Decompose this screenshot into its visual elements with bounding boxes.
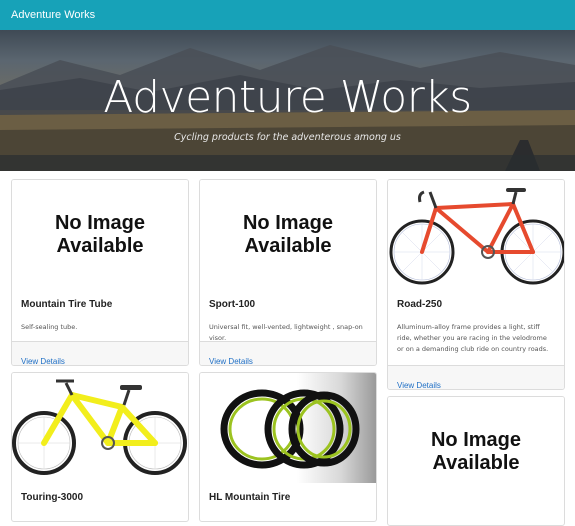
product-description: Self-sealing tube. — [21, 323, 78, 331]
view-details-link[interactable]: View Details — [21, 357, 65, 365]
view-details-link[interactable]: View Details — [209, 357, 253, 365]
product-image — [388, 180, 564, 290]
yellow-touring-bike-image — [12, 379, 187, 475]
product-name: Sport-100 — [209, 299, 256, 310]
product-card: HL Mountain Tire — [199, 372, 377, 522]
product-image — [200, 373, 376, 483]
view-details-link[interactable]: View Details — [397, 381, 441, 389]
product-description: Alluminum-alloy frame provides a light, … — [397, 323, 549, 353]
product-card: No Image Available Sport-100 Universal fi… — [199, 179, 377, 366]
card-footer: View Details — [200, 341, 376, 365]
product-image-placeholder: No Image Available — [12, 180, 188, 290]
product-name: Road-250 — [397, 299, 443, 310]
product-card: No Image Available Mountain Tire Tube Sel… — [11, 179, 189, 366]
brand-link[interactable]: Adventure Works — [11, 9, 95, 21]
card-footer: View Details — [388, 365, 564, 389]
product-image-placeholder: No Image Available — [200, 180, 376, 290]
no-image-text: No Image — [54, 212, 146, 234]
card-footer: View Details — [12, 341, 188, 365]
no-image-text: No Image — [242, 212, 334, 234]
no-image-text: Available — [56, 235, 144, 257]
product-name: Mountain Tire Tube — [21, 299, 113, 310]
red-road-bike-image — [389, 188, 564, 285]
hero-tagline: Cycling products for the adventerous amo… — [174, 132, 401, 143]
no-image-text: Available — [244, 235, 332, 257]
product-image-placeholder: No Image Available — [388, 397, 564, 507]
no-image-text: No Image — [430, 429, 522, 451]
product-name: HL Mountain Tire — [209, 492, 291, 503]
hero-banner: Adventure Works Cycling products for the… — [0, 30, 575, 171]
product-card: Touring-3000 — [11, 372, 189, 522]
product-name: Touring-3000 — [21, 492, 84, 503]
tires-image — [220, 389, 360, 469]
top-navbar: Adventure Works — [0, 0, 575, 30]
no-image-text: Available — [432, 452, 520, 474]
product-card: Road-250 Alluminum-alloy frame provides … — [387, 179, 565, 390]
hero-title: Adventure Works — [103, 72, 472, 123]
product-image — [12, 373, 188, 483]
